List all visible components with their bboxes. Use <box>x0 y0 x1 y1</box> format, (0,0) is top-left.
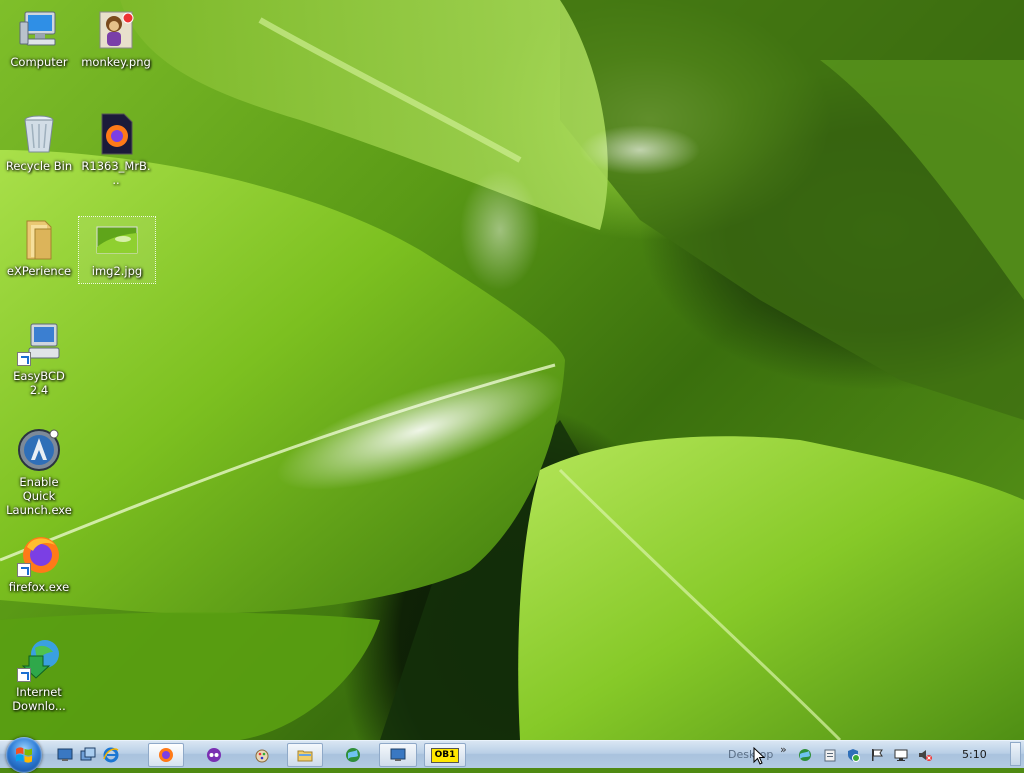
desktop-icon-enable-quick-launch[interactable]: Enable Quick Launch.exe <box>1 428 77 517</box>
desktop-icon-easybcd[interactable]: EasyBCD 2.4 <box>1 322 77 397</box>
taskbar-explorer-button[interactable] <box>287 743 323 767</box>
ob1-icon: OB1 <box>430 747 460 763</box>
easybcd-icon <box>17 322 61 366</box>
desktop-icon-experience[interactable]: eXPerience <box>1 217 77 278</box>
switch-windows-icon <box>80 747 96 761</box>
desktop-icon-firefox-exe[interactable]: firefox.exe <box>1 533 77 594</box>
taskbar-globe-button[interactable] <box>334 743 372 767</box>
file-explorer-icon <box>297 750 313 762</box>
volume-muted-icon[interactable] <box>918 748 932 762</box>
desktop-icon-label: eXPerience <box>6 264 72 278</box>
taskbar-ob1-button[interactable]: OB1 <box>424 743 466 767</box>
taskbar-monitor-button[interactable] <box>379 743 417 767</box>
show-desktop-button[interactable] <box>1010 742 1021 766</box>
clipboard-tray-icon[interactable] <box>823 748 837 762</box>
toolbar-overflow-chevron[interactable]: » <box>780 743 787 756</box>
mouse-cursor-icon <box>753 747 765 765</box>
show-desktop-icon <box>57 748 73 761</box>
desktop-icon-label: img2.jpg <box>91 264 143 278</box>
taskbar-firefox-button[interactable] <box>148 743 184 767</box>
desktop-icon-label: Recycle Bin <box>5 159 73 173</box>
desktop-icon-label: Internet Downlo... <box>12 685 66 713</box>
firefox-document-icon <box>94 112 138 156</box>
desktop-wallpaper <box>0 0 1024 740</box>
desktop-icon-label: monkey.png <box>81 55 151 69</box>
monitor-settings-icon <box>390 748 406 761</box>
computer-icon <box>17 8 61 52</box>
shortcut-arrow-icon <box>17 352 31 366</box>
desktop-icon-label: firefox.exe <box>8 580 70 594</box>
taskbar-paint-button[interactable] <box>240 743 284 767</box>
desktop-icon-computer[interactable]: Computer <box>1 8 77 69</box>
desktop-icon-recycle-bin[interactable]: Recycle Bin <box>1 112 77 173</box>
quick-launch-switch-windows[interactable] <box>79 743 97 767</box>
paint-icon <box>255 749 269 763</box>
desktop-icon-label: R1363_MrB... <box>81 159 151 187</box>
security-shield-tray-icon[interactable] <box>846 748 860 762</box>
desktop-icon-internet-download-manager[interactable]: Internet Downlo... <box>1 638 77 713</box>
desktop-icon-img2-jpg[interactable]: img2.jpg <box>78 216 156 284</box>
system-clock[interactable]: 5:10 <box>962 748 987 761</box>
taskbar: OB1 Desktop » 5:10 <box>0 737 1024 773</box>
internet-download-manager-icon <box>17 638 61 682</box>
folder-icon <box>17 217 61 261</box>
windows-start-icon <box>16 747 32 763</box>
desktop-icon-label: EasyBCD 2.4 <box>13 369 65 397</box>
internet-explorer-icon <box>103 747 119 763</box>
messenger-icon <box>207 748 221 762</box>
network-globe-tray-icon[interactable] <box>798 748 812 762</box>
shortcut-arrow-icon <box>17 563 31 577</box>
quick-launch-internet-explorer[interactable] <box>102 743 120 767</box>
quick-launch-exe-icon <box>17 428 61 472</box>
desktop-icon-label: Computer <box>10 55 68 69</box>
desktop-icon-label: Enable Quick Launch.exe <box>6 475 72 517</box>
action-center-flag-icon[interactable] <box>870 748 884 762</box>
quick-launch-show-desktop[interactable] <box>56 743 74 767</box>
globe-network-icon <box>346 748 360 762</box>
image-file-icon <box>95 217 139 261</box>
firefox-icon <box>17 533 61 577</box>
desktop-icon-monkey-png[interactable]: monkey.png <box>78 8 154 69</box>
recycle-bin-icon <box>17 112 61 156</box>
desktop-icon-r1363[interactable]: R1363_MrB... <box>78 112 154 187</box>
monkey-image-icon <box>94 8 138 52</box>
shortcut-arrow-icon <box>17 668 31 682</box>
desktop-toolbar-label[interactable]: Desktop <box>728 748 773 761</box>
taskbar-messenger-button[interactable] <box>192 743 236 767</box>
firefox-icon <box>159 748 173 762</box>
network-monitor-tray-icon[interactable] <box>894 748 908 762</box>
leaves-artwork <box>0 0 1024 740</box>
